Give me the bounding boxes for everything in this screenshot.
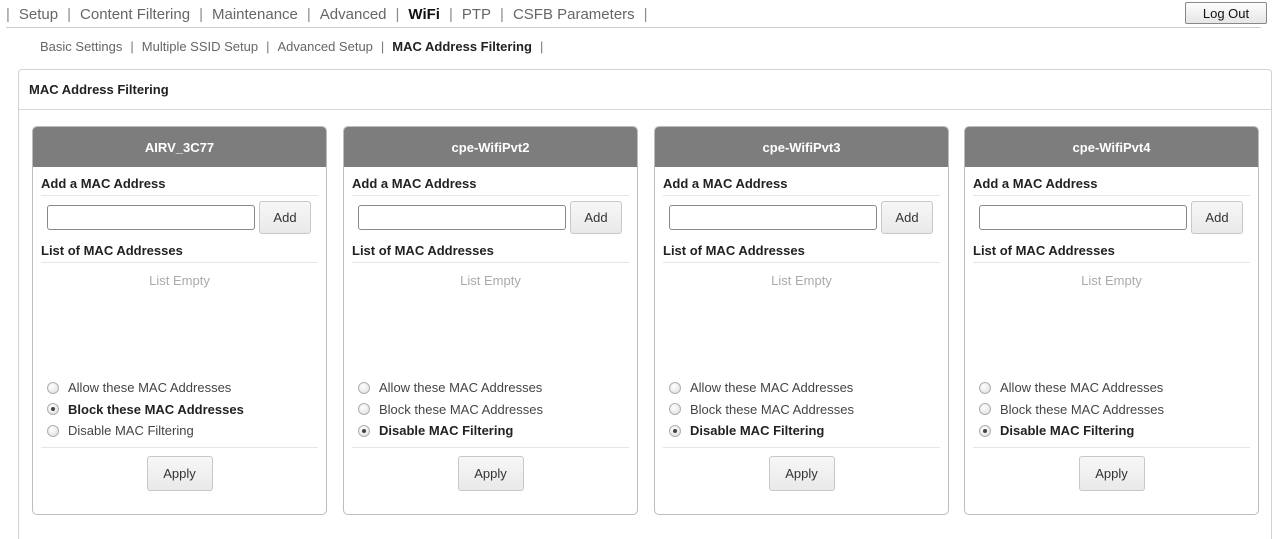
radio-allow[interactable]: Allow these MAC Addresses [47,377,326,399]
subnav-separator: | [130,38,134,54]
radio-disable[interactable]: Disable MAC Filtering [358,420,637,442]
add-mac-label: Add a MAC Address [352,167,629,196]
list-empty-text: List Empty [149,273,210,288]
ssid-card: cpe-WifiPvt3 Add a MAC Address Add List … [654,126,949,515]
logout-button[interactable]: Log Out [1185,2,1267,24]
subtab-mac-address-filtering[interactable]: MAC Address Filtering [392,39,532,54]
radio-disable[interactable]: Disable MAC Filtering [47,420,326,442]
radio-disable[interactable]: Disable MAC Filtering [979,420,1258,442]
radio-button[interactable] [47,381,59,394]
tab-content-filtering[interactable]: Content Filtering [80,6,190,23]
radio-label: Disable MAC Filtering [1000,423,1135,439]
radio-button[interactable] [979,381,991,394]
ssid-card: cpe-WifiPvt4 Add a MAC Address Add List … [964,126,1259,515]
add-button[interactable]: Add [259,201,311,234]
radio-button[interactable] [358,403,370,416]
radio-label: Disable MAC Filtering [379,423,514,439]
radio-label: Allow these MAC Addresses [690,380,854,396]
radio-button[interactable] [669,403,681,416]
radio-label: Block these MAC Addresses [379,401,544,417]
radio-label: Disable MAC Filtering [68,423,194,439]
radio-label: Allow these MAC Addresses [379,380,543,396]
radio-button[interactable] [979,424,991,437]
list-empty-text: List Empty [1081,273,1142,288]
ssid-title: cpe-WifiPvt3 [655,127,948,167]
radio-button[interactable] [47,403,59,416]
add-button[interactable]: Add [881,201,933,234]
subtab-advanced-setup[interactable]: Advanced Setup [278,39,373,54]
subnav-separator: | [380,38,385,54]
radio-block[interactable]: Block these MAC Addresses [47,399,326,421]
filter-mode-group: Allow these MAC Addresses Block these MA… [655,377,948,442]
mac-address-input[interactable] [669,205,877,230]
radio-button[interactable] [358,381,370,394]
add-mac-label: Add a MAC Address [41,167,318,196]
radio-button[interactable] [47,424,59,437]
top-nav: | Setup | Content Filtering | Maintenanc… [6,2,1261,28]
add-mac-label: Add a MAC Address [973,167,1250,196]
mac-list-label: List of MAC Addresses [973,234,1250,263]
mac-address-input[interactable] [358,205,566,230]
apply-button[interactable]: Apply [1078,455,1145,491]
subtab-multiple-ssid-setup[interactable]: Multiple SSID Setup [142,39,258,54]
subtab-basic-settings[interactable]: Basic Settings [40,39,122,54]
radio-block[interactable]: Block these MAC Addresses [669,399,948,421]
radio-label: Block these MAC Addresses [1000,401,1165,417]
tab-maintenance[interactable]: Maintenance [212,6,298,23]
radio-label: Allow these MAC Addresses [68,380,232,396]
apply-button[interactable]: Apply [457,455,524,491]
filter-mode-group: Allow these MAC Addresses Block these MA… [344,377,637,442]
sub-nav: Basic Settings | Multiple SSID Setup | A… [40,36,551,56]
ssid-title: cpe-WifiPvt2 [344,127,637,167]
nav-separator: | [67,6,72,23]
list-empty-text: List Empty [460,273,521,288]
ssid-card: AIRV_3C77 Add a MAC Address Add List of … [32,126,327,515]
radio-disable[interactable]: Disable MAC Filtering [669,420,948,442]
subnav-separator: | [266,38,270,54]
tab-advanced[interactable]: Advanced [320,6,387,23]
tab-ptp[interactable]: PTP [462,6,491,23]
list-empty-text: List Empty [771,273,832,288]
radio-button[interactable] [979,403,991,416]
filter-mode-group: Allow these MAC Addresses Block these MA… [33,377,326,442]
radio-label: Disable MAC Filtering [690,423,825,439]
filter-mode-group: Allow these MAC Addresses Block these MA… [965,377,1258,442]
tab-csfb-parameters[interactable]: CSFB Parameters [513,6,635,23]
mac-address-input[interactable] [979,205,1187,230]
nav-separator: | [199,6,203,23]
nav-separator: | [643,6,648,23]
nav-separator: | [500,6,504,23]
nav-separator: | [6,6,10,23]
radio-block[interactable]: Block these MAC Addresses [358,399,637,421]
subnav-separator: | [539,38,544,54]
panel-title: MAC Address Filtering [19,70,1271,110]
radio-allow[interactable]: Allow these MAC Addresses [979,377,1258,399]
mac-list-label: List of MAC Addresses [41,234,318,263]
radio-block[interactable]: Block these MAC Addresses [979,399,1258,421]
radio-label: Block these MAC Addresses [690,401,855,417]
nav-separator: | [395,6,400,23]
nav-separator: | [448,6,453,23]
apply-button[interactable]: Apply [768,455,835,491]
ssid-card: cpe-WifiPvt2 Add a MAC Address Add List … [343,126,638,515]
mac-address-input[interactable] [47,205,255,230]
radio-allow[interactable]: Allow these MAC Addresses [358,377,637,399]
radio-allow[interactable]: Allow these MAC Addresses [669,377,948,399]
ssid-title: cpe-WifiPvt4 [965,127,1258,167]
tab-setup[interactable]: Setup [19,6,58,23]
radio-button[interactable] [358,424,370,437]
radio-button[interactable] [669,381,681,394]
mac-list-label: List of MAC Addresses [352,234,629,263]
add-mac-label: Add a MAC Address [663,167,940,196]
add-button[interactable]: Add [1191,201,1243,234]
nav-separator: | [306,6,311,23]
ssid-title: AIRV_3C77 [33,127,326,167]
add-button[interactable]: Add [570,201,622,234]
apply-button[interactable]: Apply [146,455,213,491]
radio-label: Allow these MAC Addresses [1000,380,1164,396]
radio-button[interactable] [669,424,681,437]
radio-label: Block these MAC Addresses [68,401,244,417]
tab-wifi[interactable]: WiFi [408,6,440,23]
mac-list-label: List of MAC Addresses [663,234,940,263]
